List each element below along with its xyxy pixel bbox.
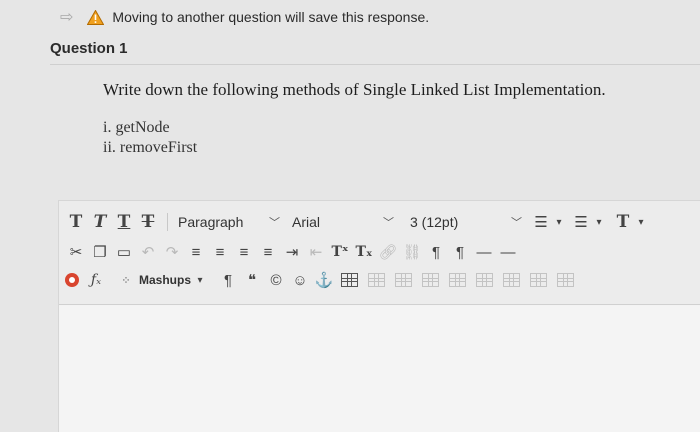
question-title: Question 1 <box>50 40 128 57</box>
save-warning-text: Moving to another question will save thi… <box>112 9 430 25</box>
underline-button[interactable]: T <box>113 211 135 233</box>
align-right-icon[interactable]: ≡ <box>233 241 255 263</box>
warning-triangle-icon <box>87 9 105 25</box>
chevron-down-icon[interactable]: ▾ <box>554 211 564 233</box>
chevron-down-icon: ﹀ <box>383 217 394 229</box>
delete-row-icon[interactable] <box>449 273 467 287</box>
split-cells-icon[interactable] <box>530 273 548 287</box>
emoji-icon[interactable]: ☺ <box>289 269 311 291</box>
font-size-select[interactable]: 3 (12pt) ﹀ <box>406 211 526 233</box>
align-left-icon[interactable]: ≡ <box>185 241 207 263</box>
italic-button[interactable]: T <box>89 211 111 233</box>
redo-icon[interactable]: ↷ <box>161 241 183 263</box>
undo-icon[interactable]: ↶ <box>137 241 159 263</box>
list-item: i. getNode <box>103 119 170 136</box>
chevron-down-icon[interactable]: ▾ <box>195 269 205 291</box>
align-justify-icon[interactable]: ≡ <box>257 241 279 263</box>
bold-button[interactable]: T <box>65 211 87 233</box>
table-properties-icon[interactable] <box>368 273 386 287</box>
toolbar-row-1: T T T T Paragraph ﹀ Arial ﹀ 3 (12pt) ﹀ ☰… <box>65 209 648 235</box>
copy-icon[interactable]: ❐ <box>89 241 111 263</box>
strikethrough-button[interactable]: T <box>137 211 159 233</box>
indent-icon[interactable]: ⇥ <box>281 241 303 263</box>
chevron-down-icon: ﹀ <box>511 217 522 229</box>
table-icon[interactable] <box>341 273 359 287</box>
question-prompt: Write down the following methods of Sing… <box>103 80 606 99</box>
editor-toolbar: T T T T Paragraph ﹀ Arial ﹀ 3 (12pt) ﹀ ☰… <box>59 201 700 305</box>
answer-editor: T T T T Paragraph ﹀ Arial ﹀ 3 (12pt) ﹀ ☰… <box>58 200 700 432</box>
ltr-icon[interactable]: ¶ <box>425 241 447 263</box>
save-warning-bar: ⇨ Moving to another question will save t… <box>60 2 429 32</box>
block-format-value: Paragraph <box>178 214 244 230</box>
unlink-icon[interactable]: ⛓ <box>401 241 423 263</box>
copyright-icon[interactable]: © <box>265 269 287 291</box>
text-color-icon[interactable]: T <box>612 211 634 233</box>
question-method-list: i. getNode ii. removeFirst <box>103 118 197 158</box>
numbered-list-icon[interactable]: ☰ <box>570 211 592 233</box>
superscript-icon[interactable]: Tˣ <box>329 241 351 263</box>
cut-icon[interactable]: ✂ <box>65 241 87 263</box>
mashups-label[interactable]: Mashups <box>139 273 191 287</box>
font-family-value: Arial <box>292 214 321 230</box>
arrow-right-icon: ⇨ <box>60 9 74 26</box>
outdent-icon[interactable]: ⇤ <box>305 241 327 263</box>
horizontal-rule-icon[interactable]: — <box>473 241 495 263</box>
toolbar-divider <box>167 213 168 231</box>
question-divider <box>50 64 700 65</box>
insert-row-icon[interactable] <box>395 273 413 287</box>
paragraph-mark-icon[interactable]: ¶ <box>217 269 239 291</box>
subscript-icon[interactable]: Tₓ <box>353 241 375 263</box>
chevron-down-icon: ﹀ <box>269 217 280 229</box>
list-item: ii. removeFirst <box>103 139 198 156</box>
font-size-value: 3 (12pt) <box>410 214 459 230</box>
editor-text-area[interactable] <box>59 306 700 432</box>
record-icon[interactable] <box>65 273 79 287</box>
chevron-down-icon[interactable]: ▾ <box>636 211 646 233</box>
bullet-list-icon[interactable]: ☰ <box>530 211 552 233</box>
anchor-icon[interactable]: ⚓ <box>313 269 335 291</box>
link-icon[interactable]: 🔗︎ <box>377 241 399 263</box>
font-family-select[interactable]: Arial ﹀ <box>288 211 398 233</box>
chevron-down-icon[interactable]: ▾ <box>594 211 604 233</box>
rtl-icon[interactable]: ¶ <box>449 241 471 263</box>
delete-column-icon[interactable] <box>476 273 494 287</box>
horizontal-line-icon[interactable]: — <box>497 241 519 263</box>
mashups-icon: ⁘ <box>121 274 131 287</box>
cell-properties-icon[interactable] <box>557 273 575 287</box>
merge-cells-icon[interactable] <box>503 273 521 287</box>
toolbar-row-3: ƒₓ ⁘ Mashups ▾ ¶ ❝ © ☺ ⚓ <box>65 267 584 293</box>
block-format-select[interactable]: Paragraph ﹀ <box>174 211 284 233</box>
paste-icon[interactable]: ▭ <box>113 241 135 263</box>
function-icon[interactable]: ƒₓ <box>85 269 107 291</box>
align-center-icon[interactable]: ≡ <box>209 241 231 263</box>
toolbar-row-2: ✂ ❐ ▭ ↶ ↷ ≡ ≡ ≡ ≡ ⇥ ⇤ Tˣ Tₓ 🔗︎ ⛓ ¶ ¶ — — <box>65 239 521 265</box>
insert-column-icon[interactable] <box>422 273 440 287</box>
blockquote-icon[interactable]: ❝ <box>241 269 263 291</box>
